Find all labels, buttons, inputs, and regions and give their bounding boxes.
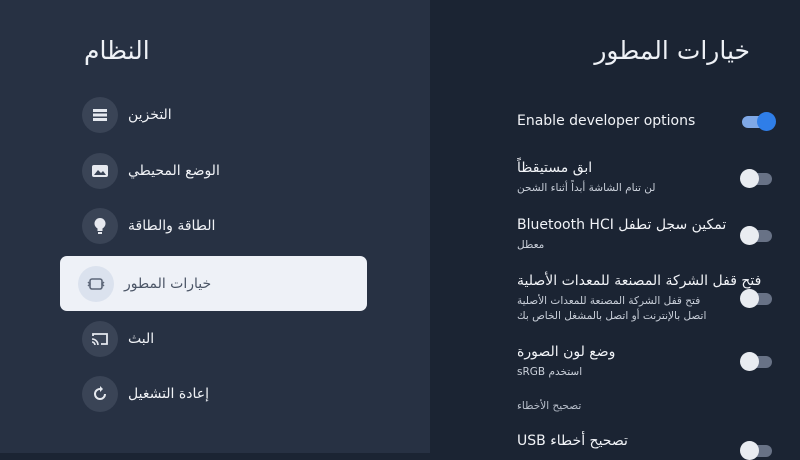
- oem-unlock-toggle[interactable]: [740, 289, 772, 308]
- restart-icon: [82, 376, 118, 412]
- menu-item-label: الوضع المحيطي: [128, 163, 220, 179]
- menu-item-label: الطاقة والطاقة: [128, 218, 216, 234]
- stay-awake-toggle[interactable]: [740, 169, 772, 188]
- storage-icon: [82, 97, 118, 133]
- menu-item-power[interactable]: الطاقة والطاقة: [82, 208, 368, 244]
- debugging-section-header: تصحيح الأخطاء: [517, 400, 582, 412]
- system-title: النظام: [84, 36, 150, 65]
- power-bulb-icon: [82, 208, 118, 244]
- cast-icon: [82, 321, 118, 357]
- setting-title: فتح قفل الشركة المصنعة للمعدات الأصلية: [517, 273, 762, 289]
- menu-item-label: خيارات المطور: [124, 275, 212, 292]
- developer-options-title: خيارات المطور: [594, 36, 750, 65]
- menu-item-restart[interactable]: إعادة التشغيل: [82, 376, 368, 412]
- menu-item-developer-options[interactable]: خيارات المطور: [60, 256, 367, 311]
- picture-color-mode-toggle[interactable]: [740, 352, 772, 371]
- menu-item-label: البث: [128, 331, 155, 347]
- menu-item-storage[interactable]: التخزين: [82, 97, 368, 133]
- bluetooth-hci-log-toggle[interactable]: [740, 226, 772, 245]
- menu-item-ambient-mode[interactable]: الوضع المحيطي: [82, 153, 368, 189]
- usb-debugging-toggle[interactable]: [740, 441, 772, 460]
- ambient-mode-icon: [82, 153, 118, 189]
- developer-options-icon: [78, 265, 114, 302]
- menu-item-label: إعادة التشغيل: [128, 386, 209, 402]
- menu-item-cast[interactable]: البث: [82, 321, 368, 357]
- menu-item-label: التخزين: [128, 107, 172, 123]
- enable-developer-options-toggle[interactable]: [742, 112, 776, 131]
